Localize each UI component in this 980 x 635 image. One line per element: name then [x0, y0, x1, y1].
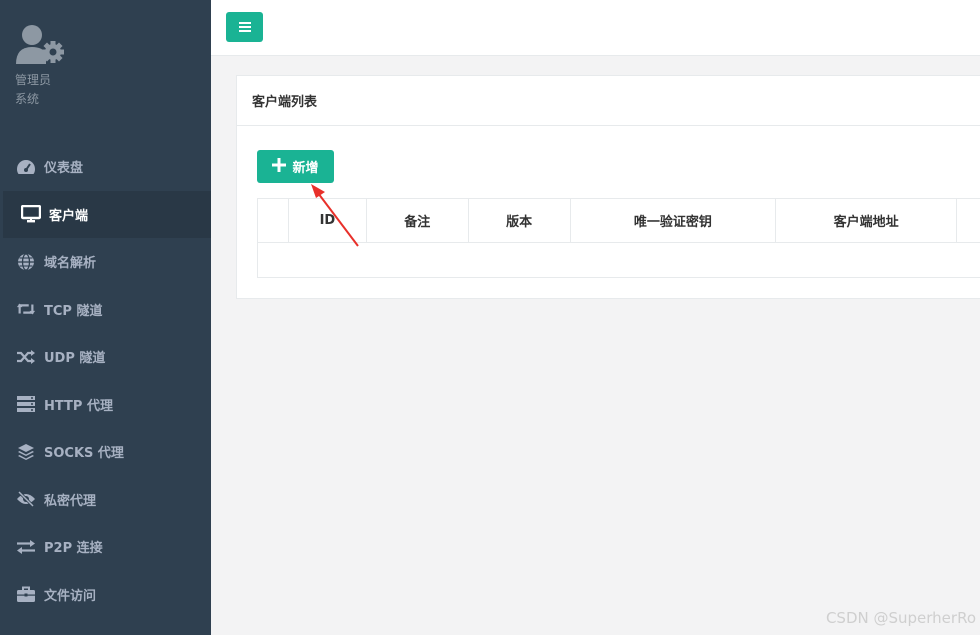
globe-icon: [16, 252, 36, 272]
add-client-button[interactable]: 新增: [257, 150, 334, 183]
sidebar: 管理员 系统 仪表盘 客户端 域名解析 TCP 隧道 UDP 隧道 HTTP 代…: [0, 0, 211, 635]
layers-icon: [16, 442, 36, 462]
dashboard-icon: [16, 157, 36, 177]
sidebar-item-http[interactable]: HTTP 代理: [0, 381, 211, 429]
eye-slash-icon: [16, 489, 36, 509]
sidebar-item-label: TCP 隧道: [44, 303, 103, 319]
hamburger-icon: [238, 22, 251, 32]
sidebar-item-label: SOCKS 代理: [44, 446, 124, 462]
sidebar-item-tcp[interactable]: TCP 隧道: [0, 286, 211, 334]
select-column-header[interactable]: [258, 199, 289, 242]
random-icon: [16, 347, 36, 367]
column-header-client-address[interactable]: 客户端地址: [776, 199, 958, 242]
sidebar-item-clients[interactable]: 客户端: [0, 190, 211, 238]
client-table: ID 备注 版本 唯一验证密钥 客户端地址: [257, 198, 980, 278]
column-header-verify-key[interactable]: 唯一验证密钥: [571, 199, 777, 242]
column-header-extra: [957, 199, 980, 242]
client-list-panel: 客户端列表 新增 ID 备注 版本 唯一验证密钥 客户端地址: [236, 75, 980, 299]
sidebar-item-label: 私密代理: [44, 493, 97, 509]
server-icon: [16, 394, 36, 414]
profile-role: 管理员: [15, 73, 52, 87]
add-button-label: 新增: [292, 161, 319, 176]
admin-avatar-icon: [15, 24, 67, 68]
sidebar-item-label: 仪表盘: [44, 161, 84, 177]
sidebar-item-private-proxy[interactable]: 私密代理: [0, 476, 211, 524]
sidebar-item-label: 客户端: [49, 208, 89, 224]
table-header-row: ID 备注 版本 唯一验证密钥 客户端地址: [258, 199, 980, 243]
panel-title: 客户端列表: [237, 76, 980, 126]
sidebar-item-file-access[interactable]: 文件访问: [0, 571, 211, 619]
sidebar-item-label: UDP 隧道: [44, 351, 106, 367]
sidebar-item-label: HTTP 代理: [44, 398, 113, 414]
monitor-icon: [21, 204, 41, 224]
sidebar-item-label: P2P 连接: [44, 541, 103, 557]
column-header-id[interactable]: ID: [289, 199, 367, 242]
sidebar-item-dashboard[interactable]: 仪表盘: [0, 143, 211, 191]
exchange-icon: [16, 537, 36, 557]
top-navbar: [211, 0, 980, 56]
briefcase-icon: [16, 584, 36, 604]
sidebar-item-label: 文件访问: [44, 588, 97, 604]
sidebar-menu: 仪表盘 客户端 域名解析 TCP 隧道 UDP 隧道 HTTP 代理 SOCKS…: [0, 143, 211, 618]
sidebar-item-dns[interactable]: 域名解析: [0, 238, 211, 286]
sidebar-item-p2p[interactable]: P2P 连接: [0, 523, 211, 571]
sidebar-item-udp[interactable]: UDP 隧道: [0, 333, 211, 381]
watermark: CSDN @SuperherRo: [825, 609, 976, 627]
table-empty-body: [258, 243, 980, 278]
sidebar-item-socks[interactable]: SOCKS 代理: [0, 428, 211, 476]
column-header-version[interactable]: 版本: [469, 199, 571, 242]
column-header-remark[interactable]: 备注: [367, 199, 469, 242]
profile-system: 系统: [15, 92, 40, 106]
menu-toggle-button[interactable]: [226, 12, 263, 42]
sidebar-item-label: 域名解析: [44, 256, 97, 272]
profile: 管理员 系统: [15, 24, 67, 109]
retweet-icon: [16, 299, 36, 319]
plus-icon: [272, 157, 287, 176]
